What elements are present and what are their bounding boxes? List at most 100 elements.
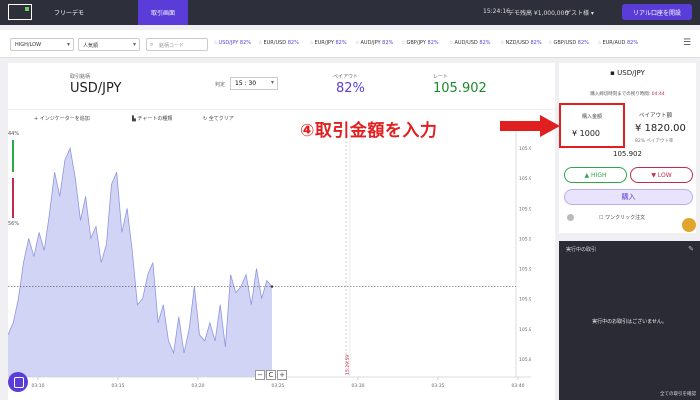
pair-pct: 82% [382,40,394,46]
pen-icon[interactable]: ✎ [688,245,694,253]
high-ratio-pct: 44% [8,131,20,137]
y-tick-label: 105.925 [519,146,531,152]
top-bar: フリーデモ 取引画面 15:24:16 デモ残高 ¥1,000,000 ゲスト様… [0,0,700,25]
zoom-reset-button[interactable]: C [266,370,276,380]
pair-name: EUR/USD [263,40,287,46]
x-tick-label: 03:30 [352,383,365,389]
y-tick-label: 105.905 [519,267,531,273]
y-tick-label: 105.915 [519,206,531,212]
amount-label: 購入金額 [581,114,602,120]
pair-pct: 82% [627,40,639,46]
tab-free-demo[interactable]: フリーデモ [54,8,84,17]
y-tick-label: 105.910 [519,236,531,242]
x-tick-label: 03:20 [192,383,205,389]
pair-tab-gbpusd[interactable]: ☆GBP/USD 82% [548,40,589,46]
more-menu-icon[interactable]: ☰ [683,38,691,48]
star-icon: ☆ [355,40,360,46]
clear-all-button[interactable]: ↻ 全てクリア [203,115,234,122]
no-trades-message: 実行中のお取引はございません。 [592,319,667,325]
star-icon: ☆ [401,40,406,46]
zoom-in-button[interactable]: + [277,370,287,380]
zoom-out-button[interactable]: − [255,370,265,380]
remaining-time-value: 04:44 [651,92,665,97]
asset-label: 取引銘柄 [70,74,91,80]
pair-tab-eurjpy[interactable]: ☆EUR/JPY 82% [309,40,347,46]
price-chart[interactable]: 105.925 105.920 105.915 105.910 105.905 105.9… [8,125,531,390]
star-icon: ☆ [548,40,553,46]
sort-select[interactable]: 人気順 [78,38,140,51]
one-click-label: ワンクリック注文 [605,215,646,221]
low-button[interactable]: ▼ LOW [630,167,693,183]
pair-name: EUR/AUD [602,40,626,46]
search-input[interactable]: ⌕ 銘柄コード [146,38,208,51]
star-icon: ☆ [258,40,263,46]
pair-name: USD/JPY [218,40,239,46]
trade-type-select[interactable]: HIGH/LOW [10,38,74,51]
pair-tab-usdjpy[interactable]: ☆USD/JPY 82% [213,40,251,46]
rate-value: 105.902 [433,81,487,96]
expiry-select[interactable]: 15 : 30 [230,77,278,90]
star-icon: ☆ [213,40,218,46]
star-icon: ☆ [597,40,602,46]
pair-name: GBP/USD [553,40,577,46]
pair-tab-eurusd[interactable]: ☆EUR/USD 82% [258,40,299,46]
chat-icon[interactable] [8,372,28,392]
high-ratio-bar [12,140,14,172]
logo[interactable] [8,4,32,20]
chart-type-button[interactable]: ▙ チャートの種類 [132,115,172,122]
pair-tab-gbpjpy[interactable]: ☆GBP/JPY 82% [401,40,439,46]
payout-rate: 82% ペイアウト率 [635,139,674,144]
high-label: HIGH [591,171,607,179]
star-icon: ☆ [309,40,314,46]
remaining-time: 購入締切時刻までの残り時間: 04:44 [559,91,696,97]
low-ratio-pct: 56% [8,221,20,227]
pair-tab-euraud[interactable]: ☆EUR/AUD 82% [597,40,638,46]
order-panel: ▪ USD/JPY 購入締切時刻までの残り時間: 04:44 購入金額 ¥ 10… [559,63,696,233]
star-icon: ☆ [449,40,454,46]
payout-amount-label: ペイアウト額 [639,113,673,119]
help-icon[interactable] [567,214,574,221]
red-arrow-icon [500,115,560,137]
pair-pct: 82% [577,40,589,46]
y-tick-label: 105.890 [519,357,531,363]
asset-name: USD/JPY [70,81,122,96]
pair-pct: 82% [427,40,439,46]
x-tick-label: 03:40 [512,383,525,389]
active-trades-panel: 実行中の取引 ✎ 実行中のお取引はございません。 全ての取引を確認 [559,241,700,400]
pair-tab-audjpy[interactable]: ☆AUD/JPY 82% [355,40,393,46]
view-all-trades-link[interactable]: 全ての取引を確認 [660,391,696,397]
one-click-order-toggle[interactable]: ☐ ワンクリック注文 [599,214,645,221]
panel-asset-name: USD/JPY [617,69,645,77]
user-menu[interactable]: ゲスト様 ▾ [565,8,594,17]
payout-amount: ¥ 1820.00 [635,123,686,134]
y-tick-label: 105.895 [519,327,531,333]
open-real-account-button[interactable]: リアル口座を開設 [622,4,692,20]
rate-label: レート [433,74,449,80]
payout-value: 82% [336,81,365,96]
add-indicator-label: インジケーターを追加 [39,116,90,122]
tab-trading[interactable]: 取引画面 [138,0,188,25]
pair-tab-audusd[interactable]: ☆AUD/USD 82% [449,40,491,46]
current-rate-dot [270,285,274,288]
price-area [8,148,272,377]
gift-icon[interactable] [682,218,696,232]
amount-input[interactable]: 購入金額 ¥ 1000 [559,103,625,148]
low-ratio-bar [12,178,14,218]
pair-tab-nzdusd[interactable]: ☆NZD/USD 82% [500,40,542,46]
asset-filter-bar: HIGH/LOW 人気順 ⌕ 銘柄コード ☆USD/JPY 82% ☆EUR/U… [0,30,700,58]
pair-name: EUR/JPY [314,40,334,46]
pair-pct: 82% [479,40,491,46]
y-tick-label: 105.920 [519,176,531,182]
expiry-label: 判定 [215,82,226,88]
clear-all-label: 全てクリア [208,116,234,122]
pair-pct: 82% [287,40,299,46]
x-tick-label: 03:25 [272,383,285,389]
remaining-time-label: 購入締切時刻までの残り時間: [590,92,651,97]
x-tick-label: 03:15 [112,383,125,389]
add-indicator-button[interactable]: + インジケーターを追加 [34,115,90,122]
buy-button[interactable]: 購入 [564,189,693,205]
high-button[interactable]: ▲ HIGH [564,167,627,183]
demo-balance: デモ残高 ¥1,000,000 [508,10,569,17]
pair-name: AUD/JPY [360,40,381,46]
x-tick-label: 03:35 [432,383,445,389]
